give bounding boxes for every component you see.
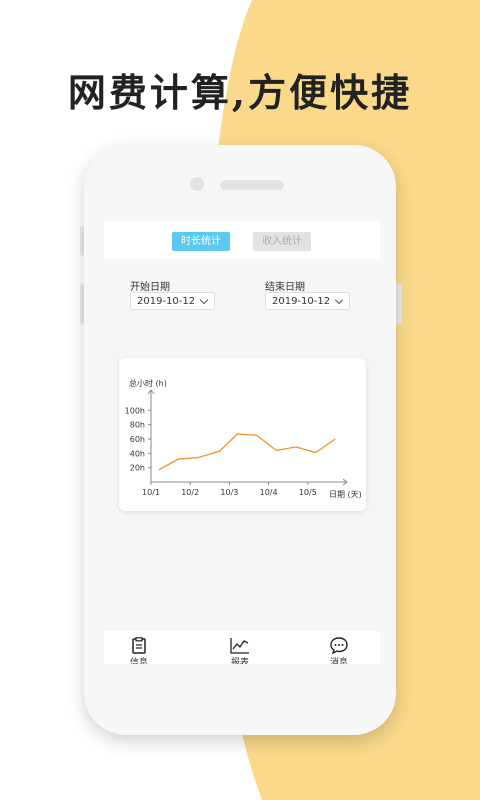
x-tick-label: 10/3 (220, 488, 238, 497)
phone-camera (190, 177, 204, 191)
nav-item-message[interactable]: 消息 (314, 631, 364, 664)
chart-icon (230, 638, 249, 654)
x-tick-label: 10/5 (299, 488, 317, 497)
y-tick-label: 40h (130, 449, 145, 458)
y-tick-label: 60h (130, 435, 145, 444)
phone-speaker (220, 180, 284, 190)
start-date-value: 2019-10-12 (137, 296, 196, 307)
y-tick-label: 20h (130, 464, 145, 473)
nav-item-info[interactable]: 信息 (114, 631, 164, 664)
chart-card: 总小时 (h) 日期 (天) 20h 40h 60h 80h 100h 10/1 10/2 1… (119, 358, 366, 511)
nav-label-report: 报表 (230, 658, 249, 664)
nav-label-message: 消息 (329, 658, 348, 664)
chart-x-label: 日期 (天) (329, 490, 362, 499)
chart-y-label: 总小时 (h) (129, 378, 167, 388)
bottom-nav: 信息 报表 消息 (104, 631, 380, 664)
line-chart: 总小时 (h) 日期 (天) 20h 40h 60h 80h 100h 10/1 10/2 1… (125, 378, 362, 499)
end-date-select[interactable]: 2019-10-12 (265, 292, 350, 310)
x-tick-label: 10/2 (181, 488, 199, 497)
chevron-down-icon (199, 295, 209, 305)
y-tick-label: 80h (130, 421, 145, 430)
tab-income-stats[interactable]: 收入统计 (253, 232, 311, 251)
nav-label-info: 信息 (129, 658, 148, 664)
nav-item-report[interactable]: 报表 (215, 631, 265, 664)
end-date-label: 结束日期 (265, 282, 305, 293)
series-line (158, 433, 336, 471)
start-date-label: 开始日期 (130, 282, 170, 293)
start-date-select[interactable]: 2019-10-12 (130, 292, 215, 310)
chat-icon (330, 637, 348, 654)
phone-side-button (396, 283, 402, 325)
tab-duration-stats[interactable]: 时长统计 (172, 232, 230, 251)
headline: 网费计算,方便快捷 (67, 70, 413, 115)
x-tick-label: 10/1 (142, 488, 160, 497)
end-date-value: 2019-10-12 (272, 296, 331, 307)
y-tick-label: 100h (125, 406, 145, 415)
app-screen: 时长统计 收入统计 开始日期 2019-10-12 结束日期 2019-10-1… (104, 222, 380, 664)
chevron-down-icon (334, 295, 344, 305)
clipboard-icon (132, 637, 146, 654)
x-tick-label: 10/4 (260, 488, 278, 497)
tab-bar-top: 时长统计 收入统计 (104, 222, 380, 259)
